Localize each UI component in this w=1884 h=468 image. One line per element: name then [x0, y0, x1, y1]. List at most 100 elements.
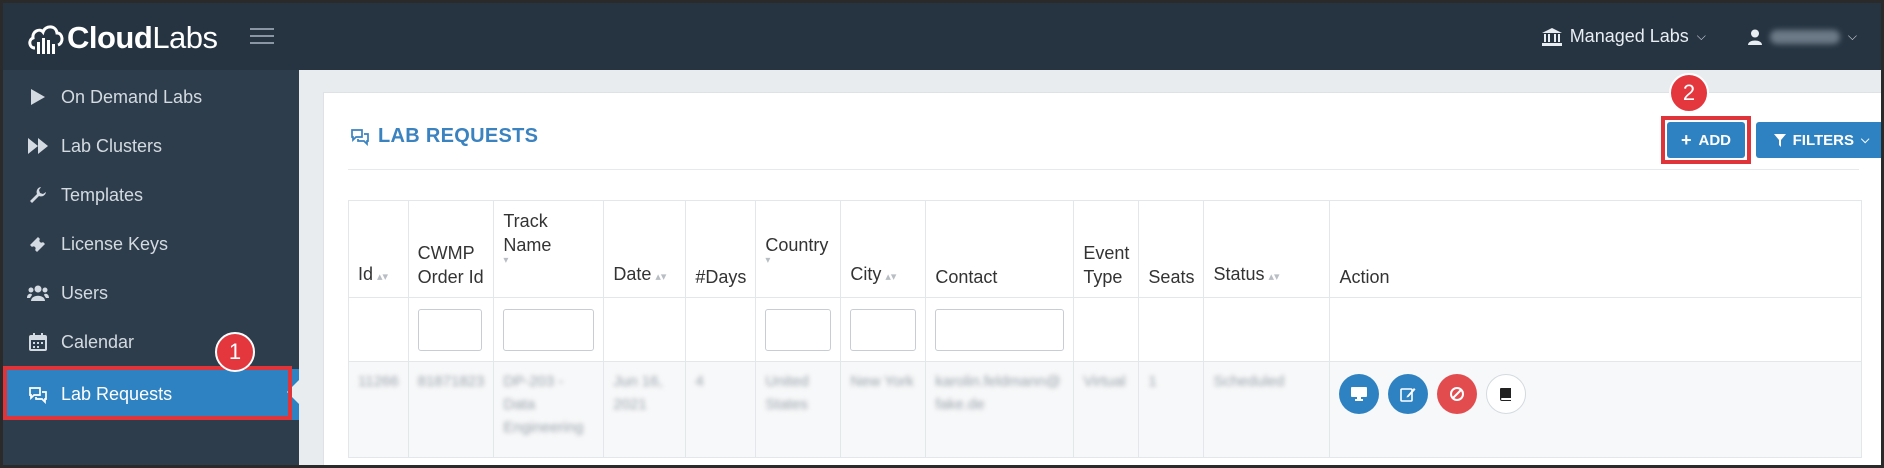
cell-seats: 1: [1138, 361, 1205, 458]
sidebar-item-label: Calendar: [61, 331, 135, 352]
contact-filter-input[interactable]: [935, 308, 1065, 351]
filter-cell: [493, 297, 605, 362]
col-header-event-type[interactable]: Event Type: [1073, 200, 1140, 298]
book-icon[interactable]: [1486, 374, 1527, 414]
sort-icon: ▾: [503, 255, 509, 266]
users-icon: [25, 285, 51, 301]
sidebar-item-on-demand-labs[interactable]: On Demand Labs: [3, 73, 299, 121]
ticket-icon: [25, 235, 51, 253]
cell-event-type: Virtual: [1073, 361, 1140, 458]
hamburger-menu-icon[interactable]: [250, 28, 274, 46]
logo-text: CloudLabs: [67, 20, 218, 55]
sidebar-item-calendar[interactable]: Calendar: [3, 318, 299, 366]
col-header-country[interactable]: Country ▾: [755, 200, 842, 298]
sort-icon: ▴▾: [885, 271, 897, 283]
filters-label: FILTERS: [1792, 131, 1855, 149]
filter-cell: [1203, 297, 1331, 362]
col-header-city[interactable]: City ▴▾: [840, 200, 927, 298]
cloud-logo-icon: [28, 25, 64, 54]
fast-forward-icon: [25, 138, 51, 154]
filter-row: [348, 297, 1862, 362]
col-header-id[interactable]: Id ▴▾: [348, 200, 409, 298]
chat-icon: [351, 128, 369, 146]
play-icon: [25, 89, 51, 105]
top-navbar: CloudLabs Managed Labs ⌵ ⌵: [3, 3, 1881, 70]
sort-icon: ▴▾: [377, 271, 389, 283]
user-icon: [1747, 29, 1762, 45]
filter-icon: [1773, 133, 1786, 147]
table-header-row: Id ▴▾ CWMP Order Id Track Name ▾ Date ▴▾ #Da…: [348, 200, 1862, 298]
step-badge-1: 1: [215, 332, 255, 372]
top-right-menu: Managed Labs ⌵ ⌵: [1500, 3, 1857, 70]
cell-city: New York: [840, 361, 927, 458]
managed-labs-dropdown[interactable]: Managed Labs ⌵: [1541, 26, 1706, 47]
sidebar-item-label: Users: [61, 282, 109, 303]
cell-track-name: DP-203 - Data Engineering: [493, 361, 605, 458]
managed-labs-label: Managed Labs: [1569, 26, 1689, 46]
filter-cell: [1329, 297, 1862, 362]
filter-cell: [840, 297, 927, 362]
lab-requests-panel: LAB REQUESTS + ADD FILTERS ⌵ Id ▴▾ CWMP Or…: [323, 92, 1881, 465]
sidebar-item-templates[interactable]: Templates: [3, 171, 299, 219]
filters-button[interactable]: FILTERS ⌵: [1756, 122, 1881, 158]
chevron-down-icon: ⌵: [1696, 29, 1706, 43]
cell-order-id: 81871823: [407, 361, 495, 458]
calendar-icon: [25, 333, 51, 351]
sidebar-item-label: On Demand Labs: [61, 86, 203, 107]
monitor-icon[interactable]: [1339, 374, 1380, 414]
divider: [348, 169, 1859, 170]
cell-contact: karolin.feldmann@fake.de: [925, 361, 1075, 458]
table-row[interactable]: 11266 81871823 DP-203 - Data Engineering…: [348, 361, 1862, 458]
track-name-filter-input[interactable]: [503, 308, 595, 351]
sidebar-item-label: Templates: [61, 184, 144, 205]
col-header-track-name[interactable]: Track Name ▾: [493, 200, 605, 298]
ban-icon[interactable]: [1437, 374, 1478, 414]
filter-cell: [685, 297, 757, 362]
filter-cell: [1073, 297, 1140, 362]
filter-cell: [1138, 297, 1205, 362]
highlight-box-add: [1661, 116, 1751, 164]
col-header-seats[interactable]: Seats: [1138, 200, 1205, 298]
user-menu-dropdown[interactable]: ⌵: [1747, 29, 1857, 45]
order-id-filter-input[interactable]: [417, 308, 482, 351]
sidebar-item-users[interactable]: Users: [3, 269, 299, 317]
col-header-contact[interactable]: Contact: [925, 200, 1075, 298]
app-window: CloudLabs Managed Labs ⌵ ⌵ On Demand Lab…: [0, 0, 1884, 468]
cloudlabs-logo[interactable]: CloudLabs: [27, 15, 218, 61]
step-badge-2: 2: [1669, 73, 1709, 113]
cell-actions: [1329, 361, 1862, 458]
chevron-down-icon: ⌵: [1847, 29, 1857, 43]
filter-cell: [755, 297, 842, 362]
main-content: LAB REQUESTS + ADD FILTERS ⌵ Id ▴▾ CWMP Or…: [299, 70, 1881, 465]
highlight-box-lab-requests: [3, 366, 292, 420]
filter-cell: [603, 297, 687, 362]
page-title-text: LAB REQUESTS: [378, 125, 539, 147]
user-name-blurred: [1769, 29, 1840, 44]
row-actions: [1339, 370, 1852, 414]
sort-icon: ▴▾: [1268, 271, 1280, 283]
page-title: LAB REQUESTS: [350, 125, 538, 148]
col-header-cwmp-order-id[interactable]: CWMP Order Id: [407, 200, 495, 298]
wrench-icon: [25, 186, 51, 204]
cell-id: 11266: [348, 361, 409, 458]
edit-icon[interactable]: [1388, 374, 1429, 414]
filter-cell: [407, 297, 495, 362]
city-filter-input[interactable]: [850, 308, 917, 351]
cell-country: United States: [755, 361, 842, 458]
bank-icon: [1541, 27, 1562, 46]
sort-icon: ▴▾: [655, 271, 667, 283]
col-header-date[interactable]: Date ▴▾: [603, 200, 687, 298]
cell-date: Jun 16, 2021: [603, 361, 687, 458]
col-header-status[interactable]: Status ▴▾: [1203, 200, 1331, 298]
sidebar-item-label: License Keys: [61, 233, 169, 254]
cell-status: Scheduled: [1203, 361, 1331, 458]
chevron-down-icon: ⌵: [1861, 133, 1870, 146]
sidebar-item-lab-clusters[interactable]: Lab Clusters: [3, 122, 299, 170]
sidebar-item-label: Lab Clusters: [61, 135, 163, 156]
sort-icon: ▾: [765, 255, 771, 266]
filter-cell: [925, 297, 1075, 362]
sidebar-item-license-keys[interactable]: License Keys: [3, 220, 299, 268]
country-filter-input[interactable]: [765, 308, 832, 351]
col-header-days[interactable]: #Days: [685, 200, 757, 298]
cell-days: 4: [685, 361, 757, 458]
